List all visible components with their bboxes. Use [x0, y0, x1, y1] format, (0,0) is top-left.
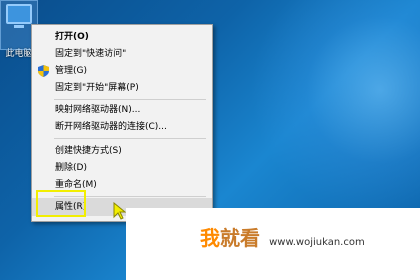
- menu-item-open[interactable]: 打开(O): [32, 28, 212, 46]
- menu-item-disconnect-drive[interactable]: 断开网络驱动器的连接(C)...: [32, 118, 212, 136]
- menu-separator: [54, 138, 206, 139]
- watermark-url: www.wojiukan.com: [269, 237, 365, 248]
- watermark-char-2: 就看: [220, 226, 260, 250]
- annotation-highlight-box: [36, 190, 86, 217]
- menu-separator: [54, 99, 206, 100]
- menu-item-manage-label: 管理(G): [55, 66, 87, 76]
- menu-item-manage[interactable]: 管理(G): [32, 62, 212, 80]
- menu-item-create-shortcut[interactable]: 创建快捷方式(S): [32, 142, 212, 160]
- desktop-icon-this-pc[interactable]: 此电脑: [0, 0, 38, 59]
- menu-item-delete[interactable]: 删除(D): [32, 159, 212, 177]
- mouse-cursor-icon: [113, 202, 127, 220]
- menu-item-pin-start[interactable]: 固定到"开始"屏幕(P): [32, 79, 212, 97]
- watermark: 我就看 www.wojiukan.com: [200, 222, 365, 251]
- menu-item-pin-quick-access[interactable]: 固定到"快速访问": [32, 45, 212, 63]
- watermark-char-1: 我: [200, 226, 220, 250]
- shield-icon: [38, 65, 49, 77]
- menu-item-map-drive[interactable]: 映射网络驱动器(N)...: [32, 101, 212, 119]
